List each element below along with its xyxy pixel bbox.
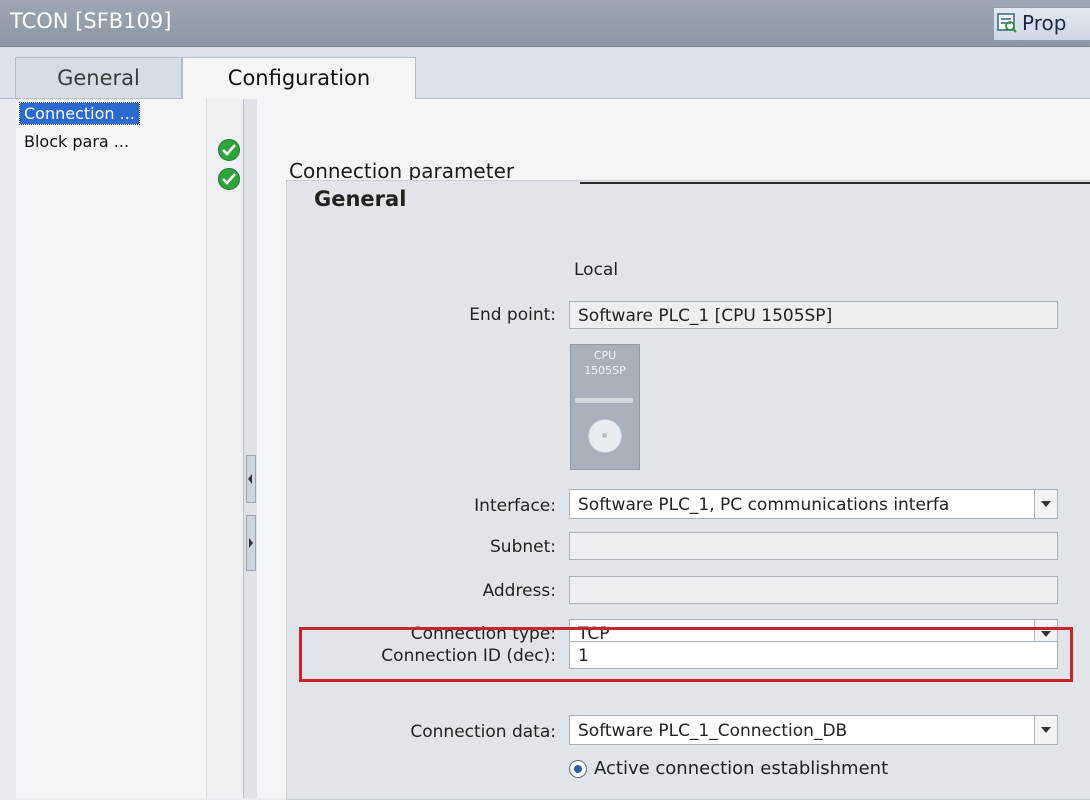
cpu-image-bar — [575, 398, 633, 403]
connection-data-label: Connection data: — [410, 722, 556, 742]
active-connection-radio[interactable] — [569, 760, 587, 778]
tab-configuration[interactable]: Configuration — [182, 57, 416, 100]
chevron-down-icon[interactable] — [1034, 490, 1057, 518]
check-icon — [218, 139, 240, 161]
expand-right-handle[interactable] — [246, 515, 256, 571]
section-divider — [580, 182, 1090, 184]
address-label: Address: — [482, 581, 556, 601]
title-bar: TCON [SFB109] Prop — [0, 0, 1090, 47]
cpu-device-image: CPU 1505SP — [570, 344, 640, 470]
interface-label: Interface: — [474, 496, 556, 516]
cpu-image-disc — [588, 419, 622, 453]
properties-icon — [997, 13, 1017, 33]
radio-icon — [574, 765, 582, 773]
address-field — [569, 576, 1058, 604]
panel-splitter[interactable] — [243, 99, 258, 798]
check-icon — [218, 168, 240, 190]
nav-item-block-parameters[interactable]: Block para ... — [20, 131, 133, 152]
active-connection-label: Active connection establishment — [594, 758, 889, 779]
tab-strip: General Configuration — [0, 47, 1090, 100]
collapse-left-handle[interactable] — [246, 455, 256, 503]
properties-tab[interactable]: Prop — [993, 7, 1090, 41]
end-point-field: Software PLC_1 [CPU 1505SP] — [569, 301, 1058, 329]
group-title: General — [314, 187, 407, 211]
chevron-down-icon[interactable] — [1034, 716, 1057, 744]
cpu-image-line-2: 1505SP — [584, 364, 626, 377]
interface-value: Software PLC_1, PC communications interf… — [578, 495, 950, 515]
connection-data-dropdown[interactable]: Software PLC_1_Connection_DB — [569, 715, 1058, 745]
interface-dropdown[interactable]: Software PLC_1, PC communications interf… — [569, 489, 1058, 519]
cpu-image-line-1: CPU — [593, 349, 617, 362]
left-nav-panel — [16, 99, 206, 798]
highlight-box — [299, 627, 1073, 682]
subnet-label: Subnet: — [490, 537, 556, 557]
properties-label: Prop — [1022, 11, 1067, 35]
connection-data-value: Software PLC_1_Connection_DB — [578, 721, 848, 741]
status-column — [206, 99, 243, 798]
end-point-label: End point: — [469, 305, 556, 325]
nav-item-connection[interactable]: Connection ... — [19, 102, 140, 125]
subnet-field — [569, 532, 1058, 560]
local-header: Local — [574, 260, 619, 280]
tab-general[interactable]: General — [15, 57, 182, 98]
window-title: TCON [SFB109] — [10, 9, 172, 33]
